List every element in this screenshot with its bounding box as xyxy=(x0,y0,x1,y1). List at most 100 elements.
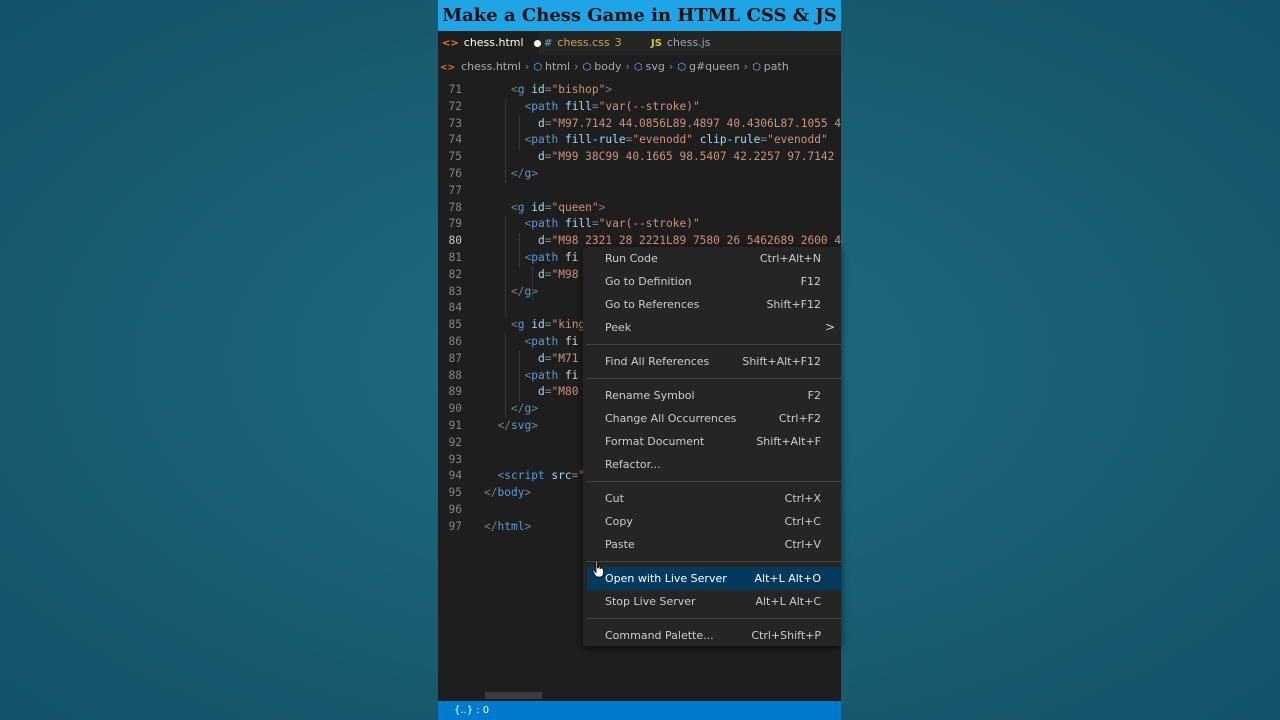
code-text: <path fill="var(--stroke)" xyxy=(524,99,700,113)
indent-guide xyxy=(505,216,506,318)
menu-item-label: Rename Symbol xyxy=(605,389,695,402)
horizontal-scrollbar[interactable] xyxy=(485,692,542,699)
code-line[interactable]: 72 <path fill="var(--stroke)" xyxy=(438,99,841,116)
menu-item-shortcut: Ctrl+V xyxy=(784,538,821,551)
hand-pointer-icon xyxy=(592,560,604,578)
code-text: <path fill="var(--stroke)" xyxy=(524,217,700,231)
indent-guide xyxy=(518,350,520,402)
menu-item-shortcut: Ctrl+C xyxy=(784,515,821,528)
tab-label: chess.js xyxy=(666,36,711,49)
menu-item-go-to-references[interactable]: Go to References Shift+F12 xyxy=(587,293,841,316)
line-number: 97 xyxy=(448,519,462,533)
element-cube-icon: ⬡ xyxy=(752,62,761,73)
line-number: 78 xyxy=(448,200,462,214)
menu-item-peek[interactable]: Peek > xyxy=(587,316,841,339)
menu-item-find-all-references[interactable]: Find All References Shift+Alt+F12 xyxy=(587,350,841,373)
tab-label: chess.html xyxy=(463,36,524,49)
unsaved-dot-icon[interactable] xyxy=(533,39,541,47)
menu-item-label: Change All Occurrences xyxy=(605,412,737,425)
breadcrumb: <> chess.html › ⬡ html › ⬡ body › ⬡ svg › ⬡ g#queen › ⬡… xyxy=(438,56,841,78)
breadcrumb-item-body[interactable]: ⬡ body xyxy=(583,56,622,79)
menu-item-paste[interactable]: Paste Ctrl+V xyxy=(587,533,841,556)
indent-guide xyxy=(532,266,533,301)
line-number: 79 xyxy=(448,217,462,231)
menu-item-label: Peek xyxy=(605,321,632,334)
code-line[interactable]: 71 <g id="bishop"> xyxy=(438,82,841,99)
menu-item-cut[interactable]: Cut Ctrl+X xyxy=(587,487,841,510)
indent-guide xyxy=(505,98,506,183)
menu-item-go-to-definition[interactable]: Go to Definition F12 xyxy=(587,270,841,293)
chevron-right-icon: › xyxy=(625,60,630,73)
tab-chess-css[interactable]: # chess.css 3 xyxy=(544,31,639,55)
banner-title: Make a Chess Game in HTML CSS & JS xyxy=(442,5,837,26)
breadcrumb-item-svg[interactable]: ⬡ svg xyxy=(634,56,665,79)
code-line[interactable]: 77 xyxy=(438,183,841,200)
menu-item-command-palette[interactable]: Command Palette... Ctrl+Shift+P xyxy=(587,624,841,647)
menu-item-rename-symbol[interactable]: Rename Symbol F2 xyxy=(587,384,841,407)
js-file-icon: JS xyxy=(651,38,662,49)
menu-item-label: Stop Live Server xyxy=(605,595,696,608)
menu-separator xyxy=(587,618,841,619)
line-number: 81 xyxy=(448,251,462,264)
code-text: <path fi xyxy=(524,368,579,382)
code-line[interactable]: 78 <g id="queen"> xyxy=(438,200,841,217)
line-number: 89 xyxy=(448,385,462,399)
tab-chess-js[interactable]: JS chess.js xyxy=(651,31,741,55)
breadcrumb-item-file[interactable]: <> chess.html xyxy=(440,56,521,79)
code-line[interactable]: 74 <path fill-rule="evenodd" clip-rule="e… xyxy=(438,132,841,149)
line-number: 93 xyxy=(448,452,462,466)
menu-item-shortcut: Alt+L Alt+C xyxy=(755,595,821,608)
menu-separator xyxy=(587,481,841,482)
chevron-right-icon: › xyxy=(668,60,674,73)
code-text: d="M97.7142 44.0856L89.4897 40.4306L87.1… xyxy=(538,116,841,130)
menu-item-run-code[interactable]: Run Code Ctrl+Alt+N xyxy=(587,247,841,270)
status-bar-text[interactable]: {..} : 0 xyxy=(454,705,489,716)
menu-item-shortcut: Alt+L Alt+O xyxy=(754,572,821,585)
line-number: 86 xyxy=(448,335,462,348)
menu-item-label: Open with Live Server xyxy=(605,572,727,585)
code-text: </body> xyxy=(484,486,532,500)
menu-item-shortcut: Ctrl+Shift+P xyxy=(751,629,821,642)
code-text: <script src=" xyxy=(497,469,586,483)
tab-chess-html[interactable]: <> chess.html xyxy=(438,31,541,55)
line-number: 76 xyxy=(448,167,462,180)
chevron-right-icon: › xyxy=(743,60,749,73)
breadcrumb-item-html[interactable]: ⬡ html xyxy=(533,56,570,79)
html-file-icon: <> xyxy=(440,63,456,73)
code-text: d="M99 38C99 40.1665 98.5407 42.2257 97.… xyxy=(538,150,835,164)
code-text: <g id="bishop"> xyxy=(511,83,613,96)
breadcrumb-item-queen[interactable]: ⬡ g#queen xyxy=(677,56,739,79)
code-text: d="M98 xyxy=(538,267,579,281)
code-text: </g> xyxy=(511,284,538,298)
code-text: </g> xyxy=(511,402,538,416)
menu-item-shortcut: Ctrl+Alt+N xyxy=(759,252,821,265)
chevron-right-icon: > xyxy=(824,320,835,334)
indent-guide xyxy=(505,334,506,418)
code-line[interactable]: 75 d="M99 38C99 40.1665 98.5407 42.2257 9… xyxy=(438,149,841,166)
line-number: 96 xyxy=(448,503,462,516)
menu-item-change-all-occurrences[interactable]: Change All Occurrences Ctrl+F2 xyxy=(587,407,841,430)
code-text: </html> xyxy=(484,519,532,533)
breadcrumb-item-path[interactable]: ⬡ path xyxy=(752,56,789,79)
menu-item-refactor[interactable]: Refactor... xyxy=(587,453,841,476)
menu-item-label: Paste xyxy=(605,538,635,551)
editor-tabs: <> chess.html # chess.css 3 JS chess.js xyxy=(438,31,841,55)
menu-item-stop-live-server[interactable]: Stop Live Server Alt+L Alt+C xyxy=(587,590,841,613)
code-line[interactable]: 76 </g> xyxy=(438,166,841,183)
chevron-right-icon: › xyxy=(574,60,579,73)
line-number: 85 xyxy=(448,318,462,332)
code-line[interactable]: 79 <path fill="var(--stroke)" xyxy=(438,216,841,233)
menu-item-copy[interactable]: Copy Ctrl+C xyxy=(587,510,841,533)
menu-item-label: Go to References xyxy=(605,298,700,311)
code-text: <g id="king xyxy=(511,318,586,332)
line-number: 77 xyxy=(448,183,462,197)
line-number: 92 xyxy=(448,435,462,449)
line-number: 72 xyxy=(448,99,462,113)
problems-badge: 3 xyxy=(614,36,622,49)
menu-item-format-document[interactable]: Format Document Shift+Alt+F xyxy=(587,430,841,453)
indent-guide xyxy=(518,115,520,150)
line-number: 88 xyxy=(448,368,462,382)
code-text: <path fi xyxy=(524,335,579,348)
code-line[interactable]: 73 d="M97.7142 44.0856L89.4897 40.4306L87… xyxy=(438,116,841,133)
menu-item-open-with-live-server[interactable]: Open with Live Server Alt+L Alt+O xyxy=(587,567,841,590)
